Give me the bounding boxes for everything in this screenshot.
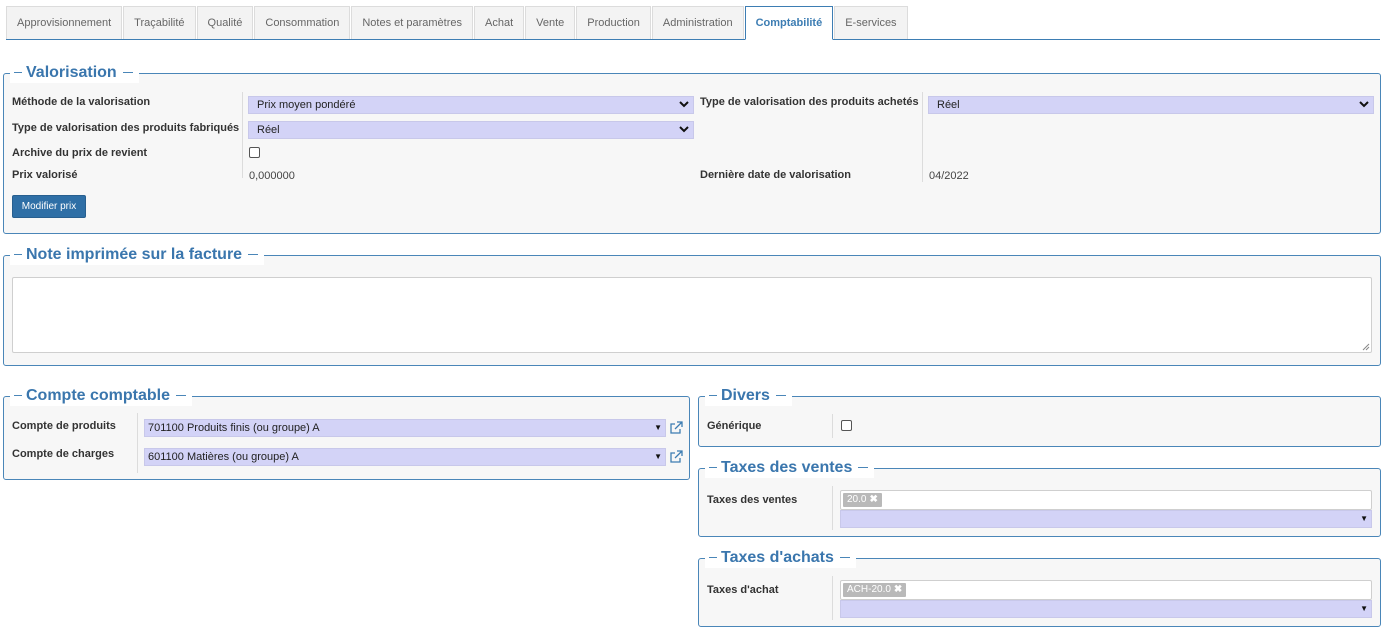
type-ach-label: Type de valorisation des produits acheté… <box>700 96 919 108</box>
charges-label: Compte de charges <box>12 448 115 460</box>
derniere-value: 04/2022 <box>929 170 969 182</box>
valorisation-section: Valorisation Méthode de la valorisation … <box>3 63 1381 234</box>
generique-label: Générique <box>707 420 762 432</box>
compte-legend: Compte comptable <box>10 386 193 406</box>
tab-achat[interactable]: Achat <box>474 6 525 39</box>
tax-tag-label: 20.0 <box>847 494 867 505</box>
taxes-achats-select[interactable]: ▼ <box>840 600 1372 618</box>
chevron-down-icon <box>1359 97 1369 113</box>
tab-consommation[interactable]: Consommation <box>254 6 351 39</box>
external-link-icon[interactable] <box>669 450 683 464</box>
note-legend: Note imprimée sur la facture <box>10 245 265 265</box>
taxes-achats-label: Taxes d'achat <box>707 584 779 596</box>
produits-select[interactable]: 701100 Produits finis (ou groupe) A ▼ <box>144 419 666 437</box>
separator <box>922 92 923 182</box>
prix-value: 0,000000 <box>249 170 295 182</box>
tab-e-services[interactable]: E-services <box>834 6 908 39</box>
taxes-ventes-label: Taxes des ventes <box>707 494 798 506</box>
generique-checkbox[interactable] <box>841 420 852 431</box>
charges-select-value: 601100 Matières (ou groupe) A <box>148 451 299 463</box>
caret-down-icon: ▼ <box>654 452 662 461</box>
tax-tag: 20.0 ✖ <box>843 493 882 507</box>
caret-down-icon: ▼ <box>1360 514 1368 523</box>
caret-down-icon: ▼ <box>1360 604 1368 613</box>
produits-label: Compte de produits <box>12 420 116 432</box>
taxes-achats-legend: Taxes d'achats <box>705 548 856 568</box>
tab-bar: Approvisionnement Traçabilité Qualité Co… <box>6 6 1380 40</box>
compte-section: Compte comptable Compte de produits 7011… <box>3 386 690 480</box>
type-fab-label: Type de valorisation des produits fabriq… <box>12 122 240 134</box>
tab-comptabilite[interactable]: Comptabilité <box>744 6 834 40</box>
derniere-label: Dernière date de valorisation <box>700 169 851 181</box>
chevron-down-icon <box>679 97 689 113</box>
tab-vente[interactable]: Vente <box>525 6 576 39</box>
type-ach-select-value: Réel <box>937 99 960 111</box>
tax-tag: ACH-20.0 ✖ <box>843 583 907 597</box>
tax-tag-label: ACH-20.0 <box>847 584 891 595</box>
divers-section: Divers Générique <box>698 386 1381 447</box>
tab-qualite[interactable]: Qualité <box>196 6 254 39</box>
note-section: Note imprimée sur la facture <box>3 245 1381 366</box>
tab-tracabilite[interactable]: Traçabilité <box>123 6 196 39</box>
prix-label: Prix valorisé <box>12 169 78 181</box>
methode-select-value: Prix moyen pondéré <box>257 99 356 111</box>
remove-tag-icon[interactable]: ✖ <box>894 584 902 595</box>
taxes-achats-section: Taxes d'achats Taxes d'achat ACH-20.0 ✖ ▼ <box>698 548 1381 627</box>
remove-tag-icon[interactable]: ✖ <box>869 494 877 505</box>
charges-select[interactable]: 601100 Matières (ou groupe) A ▼ <box>144 448 666 466</box>
type-ach-select[interactable]: Réel <box>928 96 1374 114</box>
modifier-prix-button[interactable]: Modifier prix <box>12 195 86 218</box>
produits-select-value: 701100 Produits finis (ou groupe) A <box>148 422 320 434</box>
taxes-achats-tagbox[interactable]: ACH-20.0 ✖ <box>840 580 1372 600</box>
chevron-down-icon <box>679 122 689 138</box>
taxes-ventes-section: Taxes des ventes Taxes des ventes 20.0 ✖ … <box>698 458 1381 537</box>
taxes-ventes-legend: Taxes des ventes <box>705 458 875 478</box>
type-fab-select-value: Réel <box>257 124 280 136</box>
valorisation-legend: Valorisation <box>10 63 139 83</box>
archive-checkbox[interactable] <box>249 147 260 158</box>
divers-legend: Divers <box>705 386 792 406</box>
archive-label: Archive du prix de revient <box>12 147 148 159</box>
methode-select[interactable]: Prix moyen pondéré <box>248 96 694 114</box>
tab-production[interactable]: Production <box>576 6 651 39</box>
external-link-icon[interactable] <box>669 421 683 435</box>
separator <box>832 576 833 620</box>
note-textarea[interactable] <box>12 277 1372 353</box>
taxes-ventes-select[interactable]: ▼ <box>840 510 1372 528</box>
methode-label: Méthode de la valorisation <box>12 96 151 108</box>
caret-down-icon: ▼ <box>654 423 662 432</box>
tab-approvisionnement[interactable]: Approvisionnement <box>6 6 123 39</box>
tab-administration[interactable]: Administration <box>651 6 744 39</box>
resize-handle-icon[interactable] <box>1362 343 1370 351</box>
taxes-ventes-tagbox[interactable]: 20.0 ✖ <box>840 490 1372 510</box>
separator <box>832 486 833 530</box>
tab-notes-parametres[interactable]: Notes et paramètres <box>351 6 474 39</box>
separator <box>137 413 138 473</box>
type-fab-select[interactable]: Réel <box>248 121 694 139</box>
separator <box>832 414 833 438</box>
separator <box>242 92 243 178</box>
